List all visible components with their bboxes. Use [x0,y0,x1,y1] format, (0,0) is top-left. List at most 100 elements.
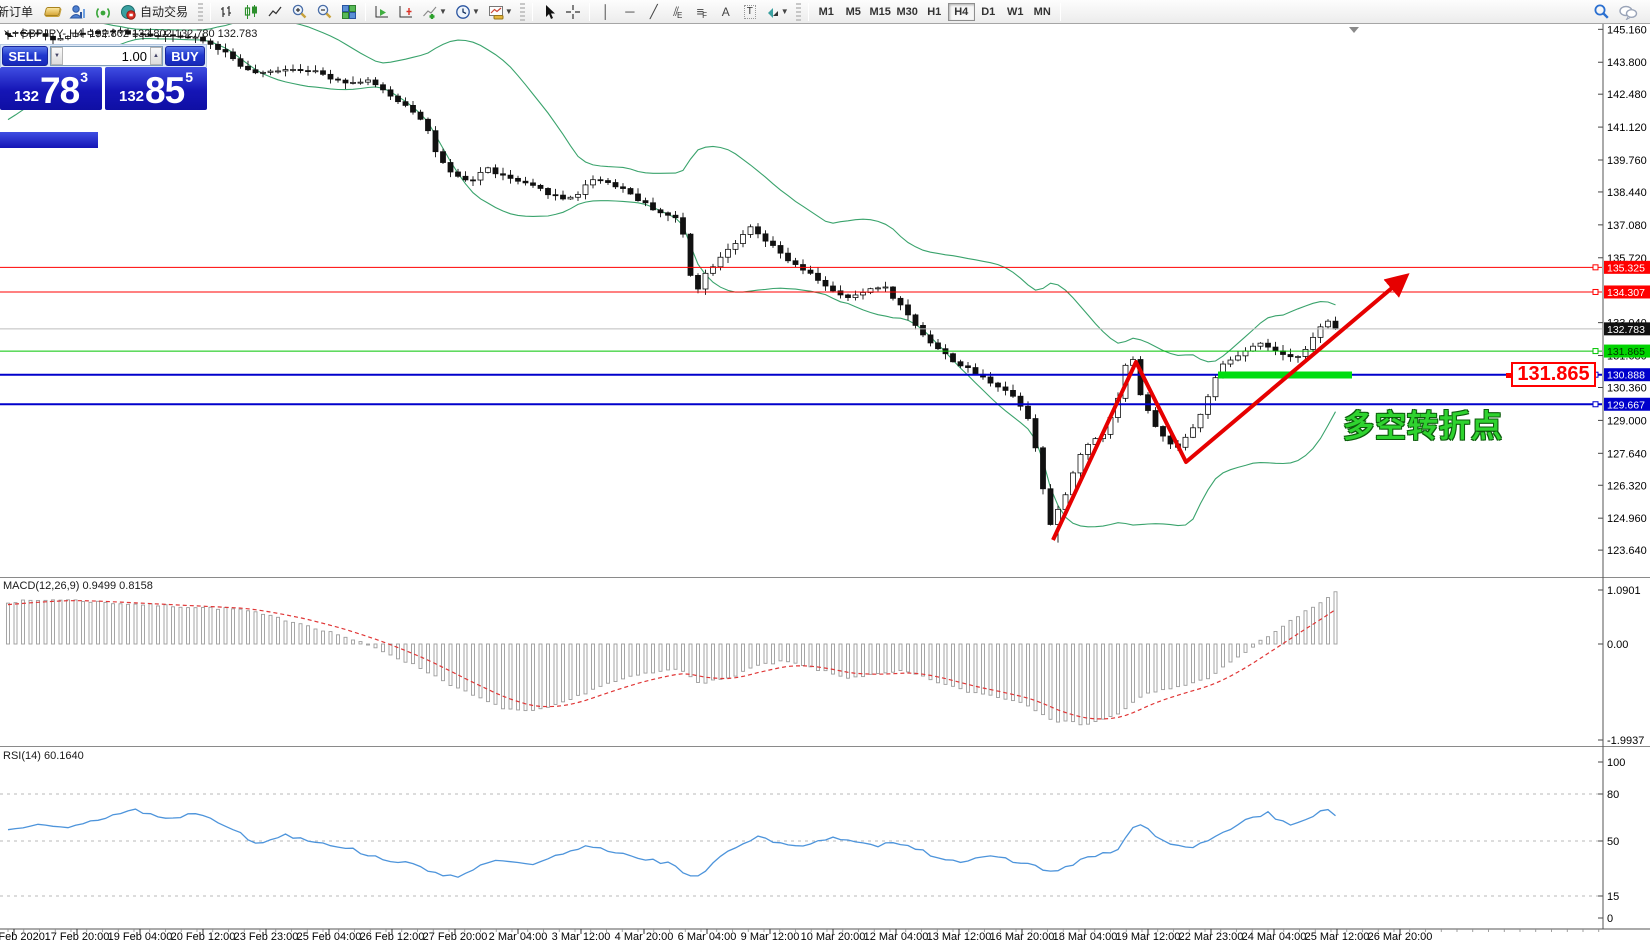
macd-histogram-bar [1034,644,1037,711]
chat-icon[interactable] [1615,1,1641,23]
macd-histogram-bar [1102,644,1105,719]
macd-histogram-bar [404,644,407,662]
horizontal-line-tool-icon[interactable]: ─ [619,1,641,23]
price-tick-label: 145.160 [1607,24,1647,36]
text-tool-icon[interactable]: A [715,1,737,23]
trendline-tool-icon[interactable]: ╱ [643,1,665,23]
macd-histogram-bar [614,644,617,682]
indicators-icon[interactable]: ▼ [419,1,450,23]
candlestick-chart-icon[interactable] [240,1,262,23]
level-handle[interactable] [1593,265,1598,270]
macd-histogram-bar [239,609,242,644]
macd-scale-label: -1.9937 [1607,735,1644,747]
candle-body [381,85,386,90]
volume-down-button[interactable]: ▼ [51,47,63,65]
candle-body [823,280,828,286]
bar-chart-icon[interactable] [216,1,238,23]
zoom-in-icon[interactable] [288,1,311,23]
candle-body [793,261,798,265]
macd-histogram-bar [44,600,47,644]
vertical-line-tool-icon[interactable]: │ [595,1,617,23]
arrows-tool-icon[interactable]: ▼ [763,1,792,23]
candle-body [336,79,341,80]
volume-up-button[interactable]: ▲ [150,47,162,65]
timeframe-w1[interactable]: W1 [1002,3,1029,21]
buy-price-panel[interactable]: 132 85 5 [105,67,207,110]
templates-icon[interactable]: ▼ [485,1,516,23]
new-order-button[interactable]: 新订单 [0,1,39,23]
candle-body [313,71,318,72]
time-axis-label: 16 Mar 20:00 [990,931,1055,943]
crosshair-icon[interactable] [562,1,584,23]
toolbar: 新订单 自动交易 [0,0,1650,24]
candle-body [1311,337,1316,349]
auto-scroll-icon[interactable] [371,1,393,23]
candle-body [966,366,971,368]
candle-body [621,187,626,189]
price-annotation-label[interactable]: 131.865 [1511,362,1596,387]
macd-histogram-bar [299,624,302,644]
candle-body [516,178,521,181]
level-handle[interactable] [1593,349,1598,354]
candle-body [741,234,746,243]
time-axis-label: 27 Feb 20:00 [423,931,488,943]
macd-histogram-bar [262,614,265,644]
macd-histogram-bar [1192,644,1195,683]
macd-histogram-bar [757,644,760,665]
macd-histogram-bar [1162,644,1165,690]
text-label-tool-icon[interactable]: T [739,1,761,23]
buy-button[interactable]: BUY [165,46,205,66]
candle-body [1026,406,1031,418]
signals-icon[interactable] [91,1,115,23]
candle-body [291,69,296,70]
candle-body [891,287,896,298]
candle-body [463,176,468,180]
sell-price-pip: 3 [80,69,88,85]
volume-input[interactable] [63,47,150,65]
tile-windows-icon[interactable] [338,1,360,23]
macd-histogram-bar [1079,644,1082,725]
rsi-scale-label: 0 [1607,913,1613,925]
accounts-icon[interactable] [65,1,89,23]
timeframe-m15[interactable]: M15 [867,3,894,21]
candle-body [373,80,378,85]
candle-body [306,71,311,72]
macd-histogram-bar [314,629,317,644]
new-order-icon[interactable] [41,1,63,23]
periods-icon[interactable]: ▼ [452,1,483,23]
macd-histogram-bar [217,609,220,644]
search-icon[interactable] [1590,1,1613,23]
autotrading-button[interactable]: 自动交易 [117,1,194,23]
sell-button[interactable]: SELL [2,46,48,66]
panel-edge-strip [0,132,98,148]
candle-body [1146,395,1151,411]
macd-histogram-bar [1094,644,1097,721]
line-chart-icon[interactable] [264,1,286,23]
turning-point-annotation[interactable]: 多空转折点 [1343,401,1503,446]
timeframe-mn[interactable]: MN [1029,3,1056,21]
timeframe-m30[interactable]: M30 [894,3,921,21]
level-handle[interactable] [1593,402,1598,407]
timeframe-d1[interactable]: D1 [975,3,1002,21]
chart-shift-marker[interactable] [1349,27,1359,33]
chart-icon [4,30,14,39]
channel-tool-icon[interactable]: ⫽E [667,1,689,23]
cursor-icon[interactable] [538,1,560,23]
timeframe-m1[interactable]: M1 [813,3,840,21]
timeframe-m5[interactable]: M5 [840,3,867,21]
fibonacci-tool-icon[interactable]: ≡F [691,1,713,23]
candle-body [748,227,753,235]
macd-histogram-bar [307,626,310,644]
timeframe-h1[interactable]: H1 [921,3,948,21]
level-handle[interactable] [1593,289,1598,294]
timeframe-h4[interactable]: H4 [948,3,975,21]
price-tick-label: 126.320 [1607,480,1647,492]
price-badge-text: 130.888 [1607,370,1645,382]
zoom-out-icon[interactable] [313,1,336,23]
macd-histogram-bar [1154,644,1157,692]
sell-price-panel[interactable]: 132 78 3 [0,67,102,110]
candle-body [1086,444,1091,454]
chart-shift-icon[interactable] [395,1,417,23]
chart-canvas[interactable]: 145.160143.800142.480141.120139.760138.4… [0,24,1650,947]
macd-histogram-bar [119,604,122,644]
